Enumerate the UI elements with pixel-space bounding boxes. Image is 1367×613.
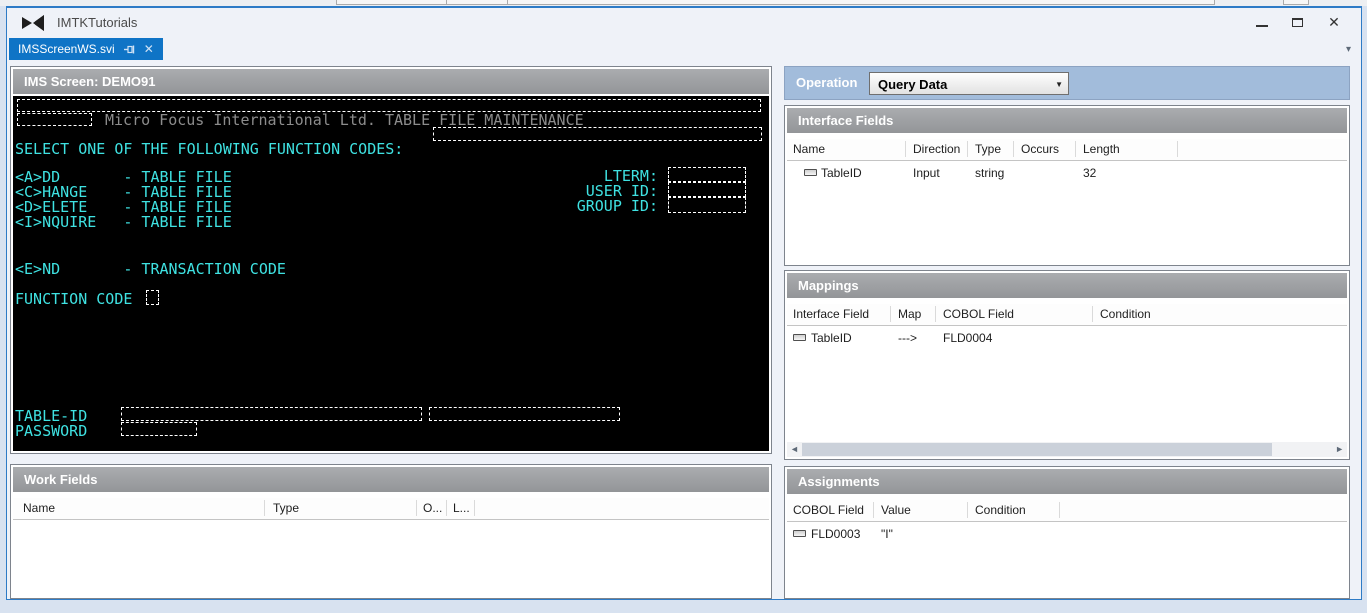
close-window-button[interactable]: ✕ [1319, 12, 1349, 32]
field-icon [804, 169, 817, 176]
screen-field-table-id[interactable] [121, 407, 422, 421]
cell-type: string [975, 166, 1005, 180]
cell-map-arrow: ---> [898, 331, 917, 345]
column-header-name: Name [23, 501, 56, 515]
mappings-panel: Mappings Interface Field Map COBOL Field… [784, 270, 1350, 460]
column-header-map: Map [898, 307, 922, 321]
field-icon [793, 530, 806, 537]
screen-field-group-id[interactable] [668, 197, 746, 213]
tab-imsscreenws[interactable]: IMSScreenWS.svi ✕ [9, 38, 163, 60]
minimize-button[interactable] [1247, 16, 1277, 32]
screen-field-function-code[interactable] [146, 290, 159, 305]
pin-icon[interactable] [123, 44, 135, 55]
work-fields-column-headers: Name Type O... L... [13, 498, 769, 520]
password-label: PASSWORD [15, 422, 88, 440]
column-header-length: Length [1083, 142, 1120, 156]
terminal-select-prompt: SELECT ONE OF THE FOLLOWING FUNCTION COD… [15, 140, 404, 158]
screen-field-user-id[interactable] [668, 182, 746, 197]
column-header-length: L... [453, 501, 470, 515]
app-window: IMTKTutorials ✕ IMSScreenWS.svi ✕ ▾ IMS … [6, 6, 1362, 600]
function-code-label: FUNCTION CODE [15, 290, 133, 308]
column-header-value: Value [881, 503, 911, 517]
background-toolbar-fragment [336, 0, 447, 5]
mappings-panel-header: Mappings [787, 273, 1347, 298]
ims-screen-panel: IMS Screen: DEMO91 Micro Focus Internati… [10, 66, 772, 454]
cell-cobol-field: FLD0004 [943, 331, 993, 345]
cell-name: TableID [821, 166, 862, 180]
terminal-session-labels: LTERM: USER ID: GROUP ID: [433, 169, 658, 214]
operation-bar: Operation Query Data ▼ [784, 66, 1350, 100]
column-header-condition: Condition [975, 503, 1026, 517]
column-header-occurs: O... [423, 501, 443, 515]
terminal-banner-text: Micro Focus International Ltd. TABLE FIL… [105, 111, 584, 129]
scroll-right-icon[interactable]: ► [1335, 444, 1344, 455]
interface-field-row[interactable]: TableID Input string 32 [787, 161, 1347, 183]
assignments-column-headers: COBOL Field Value Condition [787, 500, 1347, 522]
column-header-cobol-field: COBOL Field [943, 307, 1014, 321]
interface-fields-panel-header: Interface Fields [787, 108, 1347, 133]
ims-terminal-screen: Micro Focus International Ltd. TABLE FIL… [13, 96, 769, 451]
background-toolbar-fragment [446, 0, 508, 5]
terminal-end-line: <E>ND - TRANSACTION CODE [15, 260, 286, 278]
column-header-name: Name [793, 142, 826, 156]
assignments-panel-header: Assignments [787, 469, 1347, 494]
work-fields-empty-body[interactable] [13, 520, 769, 580]
maximize-button[interactable] [1283, 14, 1313, 32]
cell-interface-field: TableID [811, 331, 852, 345]
work-fields-panel: Work Fields Name Type O... L... [10, 464, 772, 599]
column-header-condition: Condition [1100, 307, 1151, 321]
title-bar: IMTKTutorials ✕ [7, 8, 1361, 38]
scroll-left-icon[interactable]: ◄ [790, 444, 799, 455]
mapping-row[interactable]: TableID ---> FLD0004 [787, 326, 1347, 348]
screen-field-lterm[interactable] [668, 167, 746, 182]
column-header-direction: Direction [913, 142, 961, 156]
ims-screen-panel-header: IMS Screen: DEMO91 [13, 69, 769, 94]
column-header-occurs: Occurs [1021, 142, 1060, 156]
interface-fields-panel: Interface Fields Name Direction Type Occ… [784, 105, 1350, 266]
column-header-cobol-field: COBOL Field [793, 503, 864, 517]
screen-field-banner-right[interactable] [433, 127, 762, 141]
field-icon [793, 334, 806, 341]
assignments-panel: Assignments COBOL Field Value Condition … [784, 466, 1350, 599]
cell-value: "I" [881, 527, 893, 541]
tab-label: IMSScreenWS.svi [18, 42, 115, 56]
document-tab-strip: IMSScreenWS.svi ✕ ▾ [7, 38, 1361, 60]
operation-dropdown[interactable]: Query Data ▼ [869, 72, 1069, 95]
cell-cobol-field: FLD0003 [811, 527, 861, 541]
operation-label: Operation [796, 75, 858, 90]
screen-field-banner-left[interactable] [17, 113, 92, 126]
interface-fields-column-headers: Name Direction Type Occurs Length [787, 139, 1347, 161]
terminal-function-list: <A>DD - TABLE FILE <C>HANGE - TABLE FILE… [15, 170, 232, 230]
screen-field-password[interactable] [121, 422, 197, 436]
column-header-type: Type [273, 501, 300, 515]
scrollbar-thumb[interactable] [802, 443, 1272, 456]
cell-length: 32 [1083, 166, 1097, 180]
assignment-row[interactable]: FLD0003 "I" [787, 522, 1347, 544]
mappings-column-headers: Interface Field Map COBOL Field Conditio… [787, 304, 1347, 326]
horizontal-scrollbar[interactable]: ◄ ► [787, 442, 1347, 457]
chevron-down-icon: ▼ [1055, 80, 1063, 89]
screen-field-table-id-2[interactable] [429, 407, 620, 421]
background-toolbar-fragment [507, 0, 1215, 5]
terminal-function-line: <I>NQUIRE - TABLE FILE [15, 213, 232, 231]
document-list-dropdown-icon[interactable]: ▾ [1346, 44, 1351, 55]
designer-client-area: IMS Screen: DEMO91 Micro Focus Internati… [7, 60, 1361, 599]
column-header-type: Type [975, 142, 1002, 156]
background-toolbar-fragment [1283, 0, 1309, 5]
cell-direction: Input [913, 166, 940, 180]
operation-selected-value: Query Data [878, 77, 948, 92]
group-id-label: GROUP ID: [576, 197, 658, 215]
work-fields-panel-header: Work Fields [13, 467, 769, 492]
close-tab-icon[interactable]: ✕ [144, 43, 154, 55]
visual-studio-logo-icon [22, 15, 44, 31]
column-header-interface-field: Interface Field [793, 307, 870, 321]
window-title: IMTKTutorials [57, 15, 138, 30]
